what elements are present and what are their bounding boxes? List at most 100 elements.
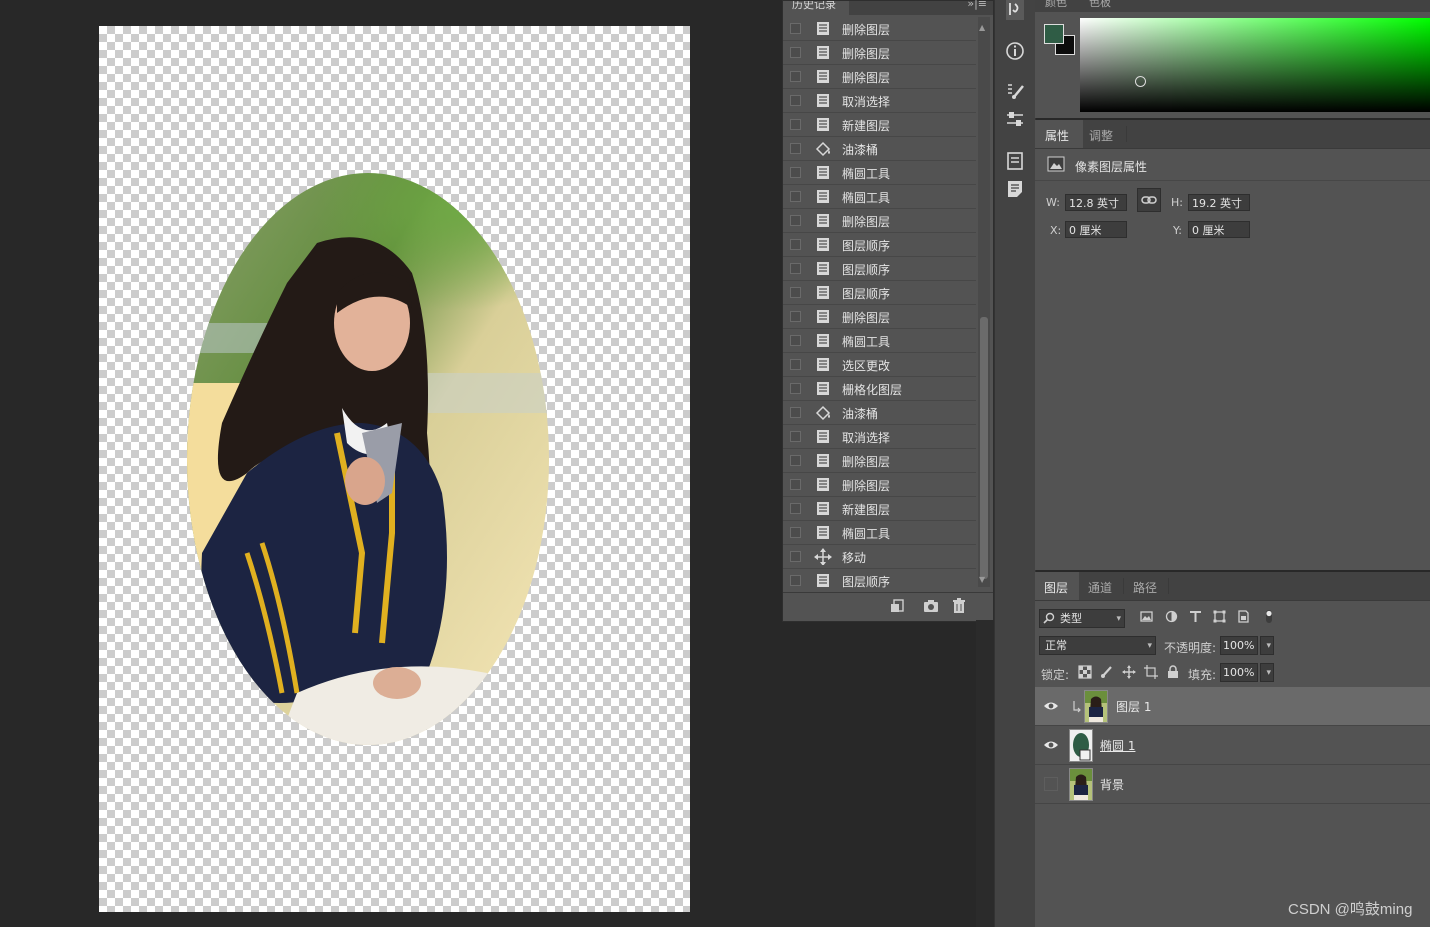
history-source-checkbox[interactable] [790,551,801,562]
history-source-checkbox[interactable] [790,287,801,298]
history-source-checkbox[interactable] [790,383,801,394]
panel-menu-icon[interactable]: »|≡ [967,0,987,10]
history-item[interactable]: 油漆桶 [783,137,976,161]
history-item[interactable]: 图层顺序 [783,257,976,281]
character-panel-icon[interactable] [1004,150,1026,172]
history-item[interactable]: 删除图层 [783,17,976,41]
tab-history[interactable]: 历史记录 [783,1,849,15]
tab-paths[interactable]: 路径 [1133,579,1157,596]
history-source-checkbox[interactable] [790,215,801,226]
tab-adjustments[interactable]: 调整 [1089,127,1113,144]
fill-field[interactable]: 100% [1220,663,1258,682]
trash-icon[interactable] [950,598,968,614]
opacity-field[interactable]: 100% [1220,636,1258,655]
y-field[interactable]: 0 厘米 [1188,221,1250,238]
history-source-checkbox[interactable] [790,575,801,586]
tab-swatches[interactable]: 色板 [1089,0,1111,10]
scrollbar-thumb[interactable] [980,317,988,579]
notes-icon[interactable] [1004,178,1026,200]
history-item[interactable]: 图层顺序 [783,569,976,593]
history-source-checkbox[interactable] [790,407,801,418]
info-icon[interactable] [1004,40,1026,62]
history-item[interactable]: 新建图层 [783,113,976,137]
history-source-checkbox[interactable] [790,359,801,370]
history-item[interactable]: 删除图层 [783,41,976,65]
history-source-checkbox[interactable] [790,71,801,82]
history-source-checkbox[interactable] [790,95,801,106]
history-scrollbar[interactable]: ▲ ▼ [978,17,990,587]
history-source-checkbox[interactable] [790,143,801,154]
smart-object-filter-icon[interactable] [1236,609,1251,624]
history-source-checkbox[interactable] [790,119,801,130]
history-source-checkbox[interactable] [790,263,801,274]
history-source-checkbox[interactable] [790,479,801,490]
type-filter-icon[interactable] [1188,609,1203,624]
lock-transparent-pixels-icon[interactable] [1078,665,1092,679]
history-item[interactable]: 取消选择 [783,425,976,449]
width-field[interactable]: 12.8 英寸 [1065,194,1127,211]
history-item[interactable]: 新建图层 [783,497,976,521]
pixel-filter-icon[interactable] [1139,609,1154,624]
lock-position-icon[interactable] [1122,665,1136,679]
tab-properties[interactable]: 属性 [1045,127,1069,144]
scroll-down-icon[interactable]: ▼ [979,575,985,584]
lock-artboard-icon[interactable] [1144,665,1158,679]
brush-settings-icon[interactable] [1004,108,1026,130]
history-source-checkbox[interactable] [790,431,801,442]
history-source-checkbox[interactable] [790,503,801,514]
lock-image-pixels-icon[interactable] [1100,665,1114,679]
tab-color[interactable]: 颜色 [1045,0,1067,10]
history-item[interactable]: 椭圆工具 [783,161,976,185]
history-item[interactable]: 图层顺序 [783,233,976,257]
camera-snapshot-icon[interactable] [922,598,940,614]
oval-clipped-photo[interactable] [187,173,549,745]
layer-row-ellipse1[interactable]: 椭圆 1 [1035,726,1430,765]
history-item[interactable]: 椭圆工具 [783,329,976,353]
history-item[interactable]: 删除图层 [783,305,976,329]
history-source-checkbox[interactable] [790,527,801,538]
eye-visibility-icon[interactable] [1043,699,1059,713]
brush-presets-icon[interactable] [1004,80,1026,102]
height-field[interactable]: 19.2 英寸 [1188,194,1250,211]
layer-name[interactable]: 椭圆 1 [1100,737,1135,754]
blend-mode-select[interactable]: 正常 ▾ [1039,636,1156,655]
adjustment-filter-icon[interactable] [1164,609,1179,624]
foreground-color-swatch[interactable] [1044,24,1064,44]
history-item[interactable]: 椭圆工具 [783,185,976,209]
transparent-document[interactable] [99,26,690,912]
layer-name[interactable]: 背景 [1100,776,1124,793]
layer-row-layer1[interactable]: 图层 1 [1035,687,1430,726]
link-dimensions-button[interactable] [1137,188,1161,212]
history-item[interactable]: 删除图层 [783,65,976,89]
layer-name[interactable]: 图层 1 [1116,698,1151,715]
fill-slider-button[interactable]: ▾ [1260,663,1274,682]
history-source-checkbox[interactable] [790,311,801,322]
x-field[interactable]: 0 厘米 [1065,221,1127,238]
history-item[interactable]: 椭圆工具 [783,521,976,545]
lock-all-icon[interactable] [1166,665,1180,679]
history-source-checkbox[interactable] [790,167,801,178]
visibility-toggle[interactable] [1044,777,1058,791]
history-source-checkbox[interactable] [790,455,801,466]
history-panel-icon[interactable] [1004,0,1026,22]
history-item[interactable]: 图层顺序 [783,281,976,305]
tab-layers[interactable]: 图层 [1044,579,1068,596]
history-source-checkbox[interactable] [790,47,801,58]
eye-visibility-icon[interactable] [1043,738,1059,752]
scroll-up-icon[interactable]: ▲ [979,23,985,32]
history-item[interactable]: 栅格化图层 [783,377,976,401]
tab-channels[interactable]: 通道 [1088,579,1112,596]
history-source-checkbox[interactable] [790,335,801,346]
history-item[interactable]: 删除图层 [783,209,976,233]
opacity-slider-button[interactable]: ▾ [1260,636,1274,655]
history-source-checkbox[interactable] [790,239,801,250]
history-item[interactable]: 删除图层 [783,473,976,497]
color-picker-field[interactable] [1080,18,1430,112]
history-item[interactable]: 选区更改 [783,353,976,377]
history-source-checkbox[interactable] [790,23,801,34]
color-picker-handle[interactable] [1135,76,1146,87]
new-document-from-state-icon[interactable] [890,598,908,614]
layer-row-background[interactable]: 背景 [1035,765,1430,804]
history-item[interactable]: 取消选择 [783,89,976,113]
filter-toggle-icon[interactable] [1264,609,1274,624]
